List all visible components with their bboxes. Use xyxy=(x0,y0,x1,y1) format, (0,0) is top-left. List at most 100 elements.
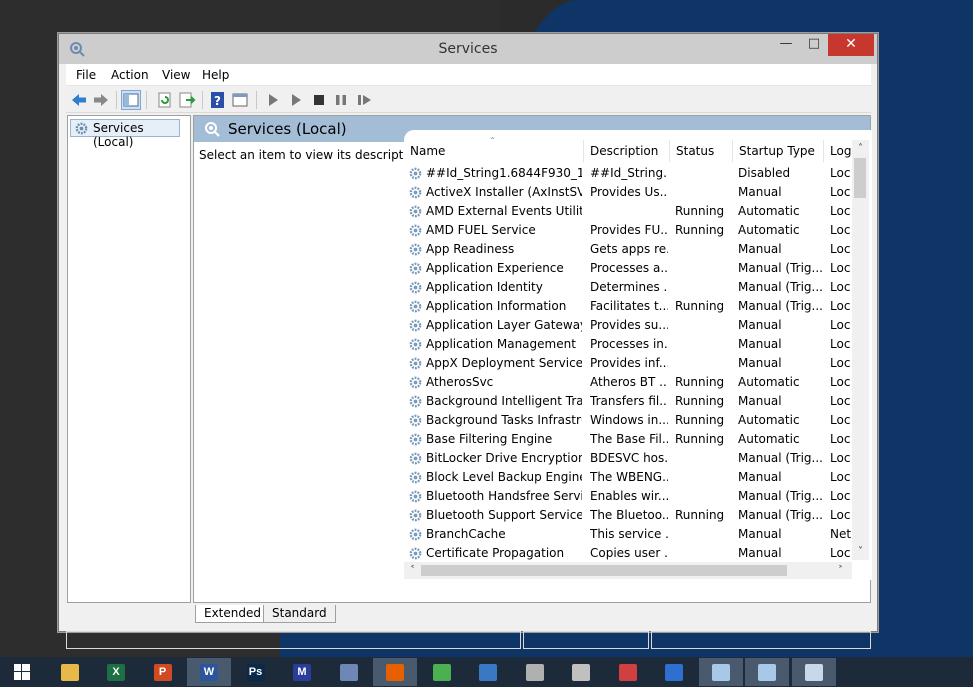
taskbar-file-explorer-button[interactable] xyxy=(48,658,92,686)
status-segment xyxy=(66,631,521,649)
service-row[interactable]: AMD External Events Utility Running Automa… xyxy=(404,202,852,221)
taskbar-word-button[interactable]: W xyxy=(187,658,231,686)
taskbar-tool-button[interactable] xyxy=(513,658,557,686)
service-row[interactable]: Block Level Backup Engine ... The WBENG..… xyxy=(404,468,852,487)
taskbar-notepad-button[interactable] xyxy=(698,658,743,686)
service-startup-type: Manual xyxy=(738,546,782,560)
service-row[interactable]: AtherosSvc Atheros BT ... Running Automatic… xyxy=(404,373,852,392)
pause-service-icon[interactable] xyxy=(332,91,350,109)
taskbar-globe-button[interactable] xyxy=(652,658,696,686)
service-description: Processes in... xyxy=(590,337,668,351)
column-name[interactable]: Name ˆ xyxy=(404,137,584,162)
service-row[interactable]: ActiveX Installer (AxInstSV) Provides Us.… xyxy=(404,183,852,202)
minimize-button[interactable]: — xyxy=(772,34,800,56)
taskbar-document-button[interactable] xyxy=(327,658,371,686)
service-row[interactable]: Application Layer Gateway ... Provides su… xyxy=(404,316,852,335)
refresh-icon[interactable] xyxy=(156,91,174,109)
scroll-left-arrow[interactable]: ˂ xyxy=(404,562,421,579)
service-name: Certificate Propagation xyxy=(426,546,565,560)
taskbar-paint-button[interactable] xyxy=(559,658,603,686)
vertical-scrollbar[interactable]: ˄ ˅ xyxy=(852,140,869,560)
service-row[interactable]: Background Intelligent Tran... Transfers … xyxy=(404,392,852,411)
restart-service-icon[interactable] xyxy=(355,91,373,109)
properties-icon[interactable] xyxy=(231,91,249,109)
maximize-button[interactable]: □ xyxy=(800,34,828,56)
title-bar[interactable]: Services — □ ✕ xyxy=(59,34,877,64)
service-row[interactable]: AppX Deployment Service (... Provides inf… xyxy=(404,354,852,373)
taskbar-app-m-button[interactable]: M xyxy=(280,658,324,686)
taskbar-snipping-button[interactable] xyxy=(606,658,650,686)
service-row[interactable]: Bluetooth Handsfree Service Enables wir..… xyxy=(404,487,852,506)
service-name: Application Identity xyxy=(426,280,543,294)
console-tree: Services (Local) xyxy=(67,115,191,603)
service-name: AtherosSvc xyxy=(426,375,494,389)
show-hide-console-tree-icon[interactable] xyxy=(121,90,141,110)
taskbar-chrome-button[interactable] xyxy=(420,658,464,686)
horizontal-scrollbar[interactable]: ˂ ˃ xyxy=(404,562,852,579)
taskbar-start-button[interactable] xyxy=(0,658,44,686)
service-gear-icon xyxy=(409,281,422,294)
details-title: Services (Local) xyxy=(228,120,347,138)
taskbar-firefox-button[interactable] xyxy=(373,658,417,686)
scroll-up-arrow[interactable]: ˄ xyxy=(852,140,869,157)
back-arrow-icon[interactable] xyxy=(70,91,88,109)
service-log-on-as: Loc xyxy=(830,546,851,560)
stop-service-icon[interactable] xyxy=(310,91,328,109)
service-row[interactable]: App Readiness Gets apps re... Manual Loc xyxy=(404,240,852,259)
service-gear-icon xyxy=(409,357,422,370)
service-row[interactable]: Bluetooth Support Service The Bluetoo... R… xyxy=(404,506,852,525)
service-startup-type: Manual xyxy=(738,356,782,370)
service-startup-type: Automatic xyxy=(738,375,800,389)
menu-file[interactable]: File xyxy=(76,68,96,82)
scroll-right-arrow[interactable]: ˃ xyxy=(832,562,849,579)
column-startup-type[interactable]: Startup Type xyxy=(733,140,824,162)
scroll-down-arrow[interactable]: ˅ xyxy=(852,543,869,560)
service-row[interactable]: ##Id_String1.6844F930_1628... ##Id_String… xyxy=(404,164,852,183)
service-description: The Base Fil... xyxy=(590,432,668,446)
menu-help[interactable]: Help xyxy=(202,68,229,82)
snipping-icon xyxy=(618,664,637,681)
start-service-alt-icon[interactable] xyxy=(287,91,305,109)
column-log-on-as[interactable]: Log xyxy=(824,140,852,162)
column-description[interactable]: Description xyxy=(584,140,670,162)
service-description: Enables wir... xyxy=(590,489,668,503)
taskbar-services-button[interactable] xyxy=(791,658,836,686)
taskbar-excel-button[interactable]: X xyxy=(94,658,138,686)
menu-view[interactable]: View xyxy=(162,68,190,82)
service-startup-type: Manual xyxy=(738,470,782,484)
service-row[interactable]: Application Management Processes in... Man… xyxy=(404,335,852,354)
service-row[interactable]: Application Identity Determines ... Manual… xyxy=(404,278,852,297)
close-button[interactable]: ✕ xyxy=(828,34,874,56)
vertical-scroll-thumb[interactable] xyxy=(854,158,866,198)
export-list-icon[interactable] xyxy=(178,91,196,109)
taskbar-powerpoint-button[interactable]: P xyxy=(141,658,185,686)
service-description: Processes a... xyxy=(590,261,668,275)
service-name: ##Id_String1.6844F930_1628... xyxy=(426,166,582,180)
start-service-icon[interactable] xyxy=(264,91,282,109)
service-startup-type: Manual xyxy=(738,185,782,199)
service-row[interactable]: Certificate Propagation Copies user ... Ma… xyxy=(404,544,852,563)
taskbar-photoshop-button[interactable]: Ps xyxy=(234,658,278,686)
service-row[interactable]: Base Filtering Engine The Base Fil... Runn… xyxy=(404,430,852,449)
service-row[interactable]: BitLocker Drive Encryption ... BDESVC hos… xyxy=(404,449,852,468)
horizontal-scroll-thumb[interactable] xyxy=(421,565,787,576)
taskbar-window-button[interactable] xyxy=(745,658,789,686)
service-gear-icon xyxy=(409,319,422,332)
sort-ascending-icon: ˆ xyxy=(490,137,495,148)
service-log-on-as: Loc xyxy=(830,166,851,180)
service-name: ActiveX Installer (AxInstSV) xyxy=(426,185,582,199)
service-row[interactable]: Background Tasks Infrastru... Windows in.… xyxy=(404,411,852,430)
service-row[interactable]: AMD FUEL Service Provides FU... Running Aut… xyxy=(404,221,852,240)
help-icon[interactable]: ? xyxy=(209,91,227,109)
forward-arrow-icon[interactable] xyxy=(92,91,110,109)
column-status[interactable]: Status xyxy=(670,140,733,162)
service-description: The WBENG... xyxy=(590,470,668,484)
service-row[interactable]: BranchCache This service ... Manual Net xyxy=(404,525,852,544)
service-name: Base Filtering Engine xyxy=(426,432,553,446)
service-gear-icon xyxy=(409,433,422,446)
service-row[interactable]: Application Information Facilitates t... R… xyxy=(404,297,852,316)
taskbar-network-button[interactable] xyxy=(466,658,510,686)
tree-node-services-local[interactable]: Services (Local) xyxy=(70,119,180,149)
service-row[interactable]: Application Experience Processes a... Manu… xyxy=(404,259,852,278)
menu-action[interactable]: Action xyxy=(111,68,149,82)
